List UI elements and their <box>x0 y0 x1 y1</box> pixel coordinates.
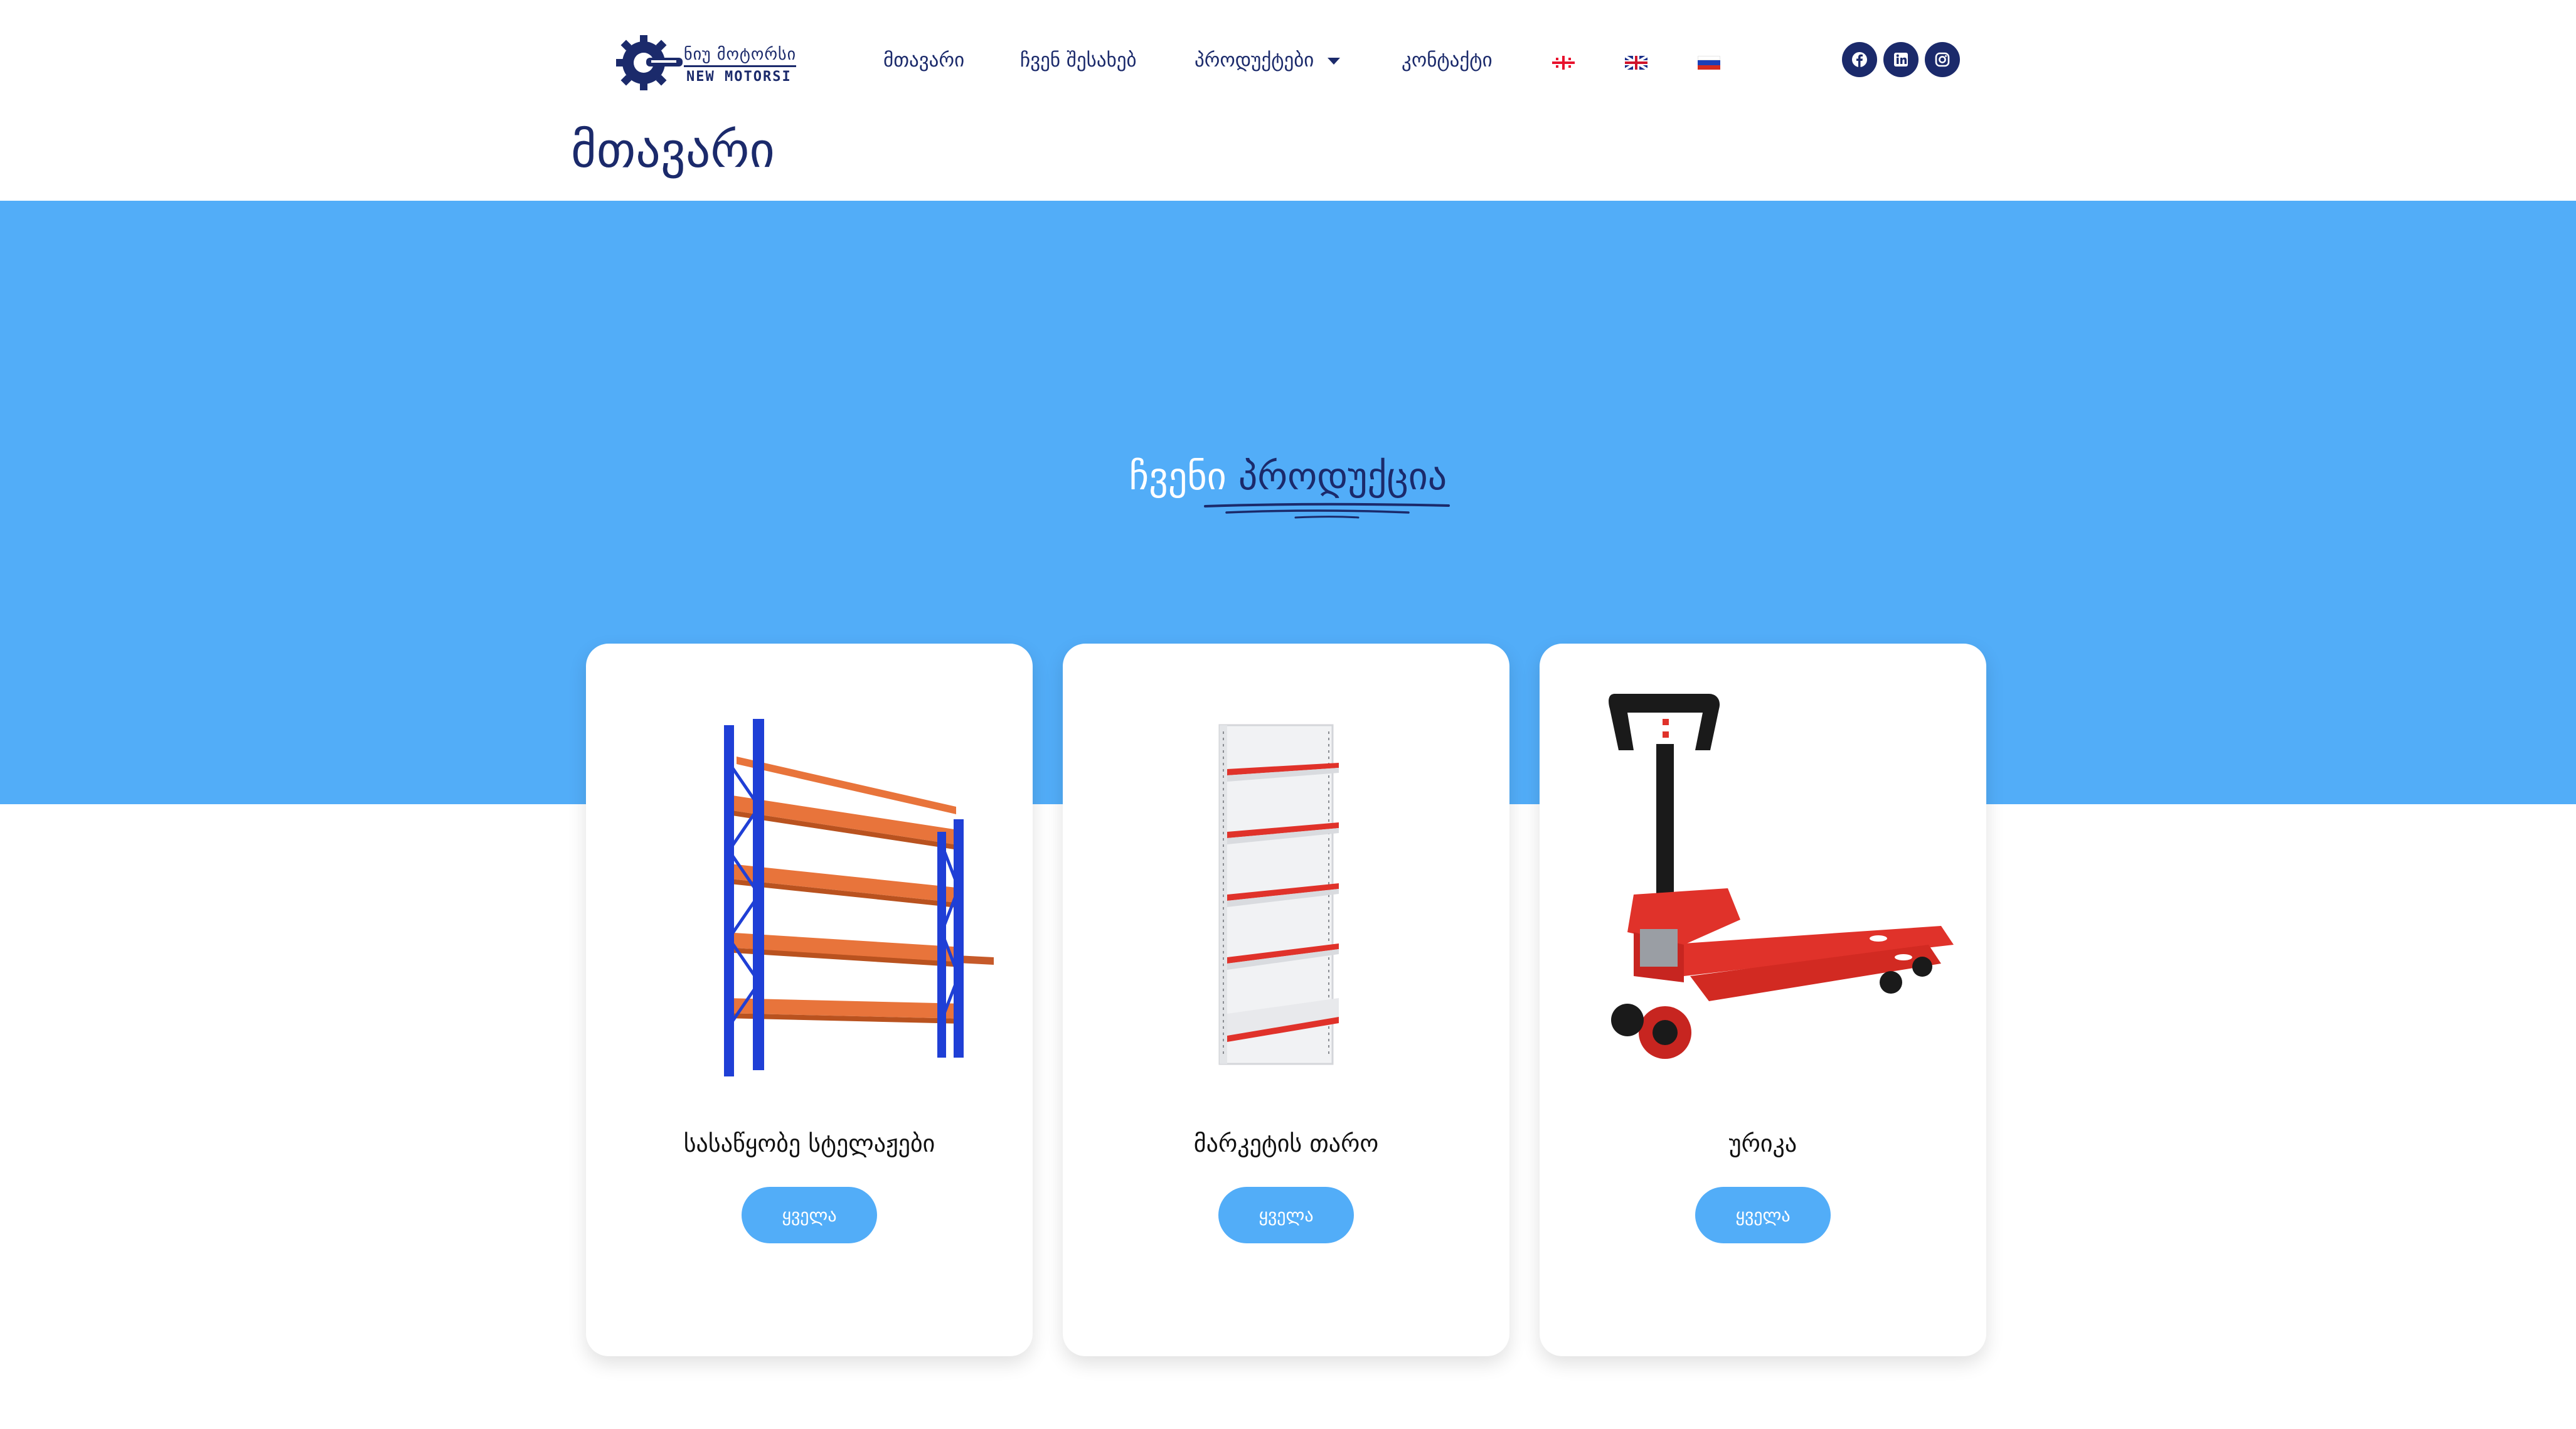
product-image <box>1540 681 1986 1083</box>
warehouse-rack-image <box>724 719 994 1076</box>
view-all-button[interactable]: ყველა <box>1218 1187 1354 1243</box>
product-card: სასაწყობე სტელაჟები ყველა <box>586 644 1033 1356</box>
instagram-button[interactable] <box>1925 42 1960 77</box>
gear-wrench-logo-icon <box>616 35 683 90</box>
uk-flag-icon[interactable] <box>1625 56 1647 70</box>
product-image <box>586 681 1033 1083</box>
nav-item-home[interactable]: მთავარი <box>883 49 964 72</box>
georgia-flag-icon[interactable] <box>1552 56 1575 70</box>
linkedin-button[interactable] <box>1883 42 1919 77</box>
flag-dot <box>1556 65 1558 68</box>
logo-text-georgian: ნიუ მოტორსი <box>684 45 797 67</box>
page-title: მთავარი <box>571 122 775 179</box>
nav-item-contact-label: კონტაქტი <box>1402 49 1493 72</box>
flag-stripe <box>1562 56 1565 70</box>
flag-dot <box>1568 58 1571 60</box>
facebook-button[interactable] <box>1842 42 1877 77</box>
product-title: სასაწყობე სტელაჟები <box>683 1130 935 1157</box>
flag-stripe <box>1698 60 1720 65</box>
instagram-icon <box>1935 52 1950 67</box>
market-shelf-image <box>1218 724 1339 1065</box>
flag-dot <box>1568 65 1571 68</box>
nav-item-about-label: ჩვენ შესახებ <box>1020 49 1137 72</box>
flag-dot <box>1556 58 1558 60</box>
nav-item-home-label: მთავარი <box>883 49 965 72</box>
pallet-jack-image <box>1609 694 1954 1059</box>
flag-stripe <box>1698 56 1720 60</box>
nav-item-contact[interactable]: კონტაქტი <box>1402 49 1493 72</box>
flag-stripe <box>1635 56 1637 70</box>
hand-drawn-underline-icon <box>1204 502 1450 519</box>
page: ნიუ მოტორსი NEW MOTORSI მთავარი ჩვენ შეს… <box>0 0 2576 1429</box>
product-card: მარკეტის თარო ყველა <box>1063 644 1509 1356</box>
site-logo[interactable]: ნიუ მოტორსი NEW MOTORSI <box>615 31 797 94</box>
view-all-button[interactable]: ყველა <box>742 1187 877 1243</box>
flag-stripe <box>1698 65 1720 70</box>
hero-heading-accent: პროდუქცია <box>1238 455 1447 499</box>
hero-heading: ჩვენი პროდუქცია <box>0 455 2576 499</box>
linkedin-icon <box>1894 53 1908 66</box>
product-title: მარკეტის თარო <box>1193 1130 1379 1157</box>
nav-item-products-label: პროდუქტები <box>1195 49 1314 72</box>
hero-heading-plain: ჩვენი <box>1129 455 1227 499</box>
view-all-button[interactable]: ყველა <box>1695 1187 1831 1243</box>
product-title: ურიკა <box>1728 1130 1797 1157</box>
caret-down-icon <box>1328 58 1341 65</box>
nav-item-products[interactable]: პროდუქტები <box>1195 49 1341 72</box>
product-image <box>1063 681 1509 1083</box>
site-header: ნიუ მოტორსი NEW MOTORSI მთავარი ჩვენ შეს… <box>0 0 2576 119</box>
facebook-icon <box>1852 52 1867 67</box>
nav-item-about[interactable]: ჩვენ შესახებ <box>1020 49 1137 72</box>
logo-text-latin: NEW MOTORSI <box>686 69 792 85</box>
russia-flag-icon[interactable] <box>1698 56 1720 70</box>
product-card: ურიკა ყველა <box>1540 644 1986 1356</box>
